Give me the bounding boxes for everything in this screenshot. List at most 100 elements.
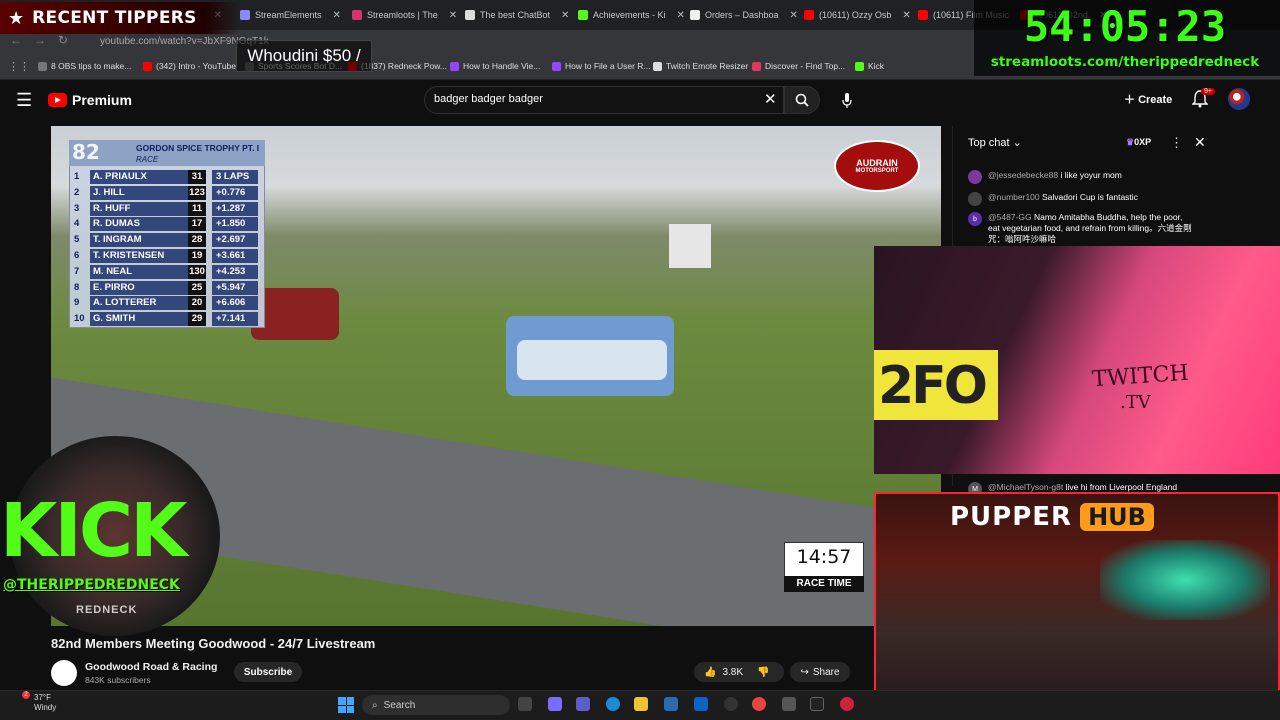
close-tab-icon[interactable]: ✕ bbox=[449, 10, 457, 21]
thumbs-down-icon[interactable]: 👎 bbox=[757, 667, 769, 678]
tab-label: Achievements - Ki bbox=[593, 10, 666, 20]
teams-icon[interactable] bbox=[576, 697, 590, 711]
bookmark-item[interactable]: How to File a User R... bbox=[552, 61, 651, 71]
browser-tab[interactable]: (10611) Ozzy Osb ✕ bbox=[804, 4, 911, 26]
bookmark-item[interactable]: Kick bbox=[855, 61, 884, 71]
store-icon[interactable] bbox=[664, 697, 678, 711]
chat-xp-badge[interactable]: ♛0XP bbox=[1126, 137, 1151, 148]
app-icon-1[interactable] bbox=[782, 697, 796, 711]
copilot-icon[interactable] bbox=[548, 697, 562, 711]
weather-widget[interactable]: 37°F Windy bbox=[34, 693, 56, 713]
chevron-down-icon: ⌄ bbox=[1009, 137, 1022, 149]
scoreboard-driver: T. INGRAM bbox=[90, 233, 190, 248]
close-tab-icon[interactable]: ✕ bbox=[561, 10, 569, 21]
account-avatar[interactable] bbox=[1228, 88, 1250, 110]
subscribe-button[interactable]: Subscribe bbox=[234, 662, 302, 682]
like-count: 3.8K bbox=[722, 666, 744, 678]
background-lights bbox=[1100, 540, 1270, 620]
bookmark-item[interactable]: Twitch Emote Resizer bbox=[653, 61, 748, 71]
scoreboard-car-number: 11 bbox=[188, 201, 206, 216]
channel-name[interactable]: Goodwood Road & Racing bbox=[85, 661, 217, 673]
hamburger-menu-icon[interactable]: ☰ bbox=[16, 90, 32, 111]
browser-tab[interactable]: StreamElements ✕ bbox=[240, 4, 341, 26]
scoreboard-gap: +6.606 bbox=[212, 296, 258, 311]
scoreboard-car-number: 25 bbox=[188, 280, 206, 295]
youtube-play-icon bbox=[48, 93, 67, 107]
chat-author[interactable]: @jessedebecke88 bbox=[988, 170, 1058, 180]
tab-favicon-icon bbox=[352, 10, 362, 20]
chat-author-avatar[interactable]: b bbox=[968, 212, 982, 226]
channel-avatar[interactable] bbox=[51, 660, 77, 686]
chat-author[interactable]: @MichaelTyson-g8t bbox=[988, 482, 1063, 492]
scoreboard-position: 3 bbox=[74, 202, 80, 214]
create-button[interactable]: ＋ Create bbox=[1124, 91, 1172, 107]
edge-icon[interactable] bbox=[606, 697, 620, 711]
obs-icon[interactable] bbox=[724, 697, 738, 711]
sponsor-line1: AUDRAIN bbox=[856, 158, 898, 168]
chat-mode-dropdown[interactable]: Top chat ⌄ bbox=[968, 136, 1022, 149]
more-options-icon[interactable]: ⋮ bbox=[1170, 135, 1183, 151]
recent-tippers-label: RECENT TIPPERS bbox=[32, 8, 197, 28]
weather-temp: 37°F bbox=[34, 693, 51, 702]
scoreboard-row: 4 R. DUMAS 17 +1.850 bbox=[72, 217, 262, 232]
bookmark-item[interactable]: Discover - Find Top... bbox=[752, 61, 845, 71]
chat-author[interactable]: @number100 bbox=[988, 192, 1040, 202]
star-icon: ★ bbox=[8, 7, 25, 28]
bookmark-label: How to Handle Vie... bbox=[463, 61, 541, 71]
task-view-icon[interactable] bbox=[518, 697, 532, 711]
like-dislike-button[interactable]: 👍 3.8K 👎 bbox=[694, 662, 784, 682]
forward-icon[interactable]: → bbox=[34, 33, 46, 47]
recent-tippers-banner: ★ RECENT TIPPERS bbox=[0, 2, 240, 34]
bookmark-item[interactable]: (342) Intro - YouTube bbox=[143, 61, 236, 71]
chrome-icon[interactable] bbox=[752, 697, 766, 711]
blue-car-windscreen bbox=[517, 340, 667, 380]
close-tab-icon[interactable]: ✕ bbox=[677, 10, 685, 21]
scoreboard-car-number: 20 bbox=[188, 296, 206, 311]
bookmark-label: How to File a User R... bbox=[565, 61, 651, 71]
bookmark-item[interactable]: How to Handle Vie... bbox=[450, 61, 540, 71]
scoreboard-driver: T. KRISTENSEN bbox=[90, 249, 190, 263]
race-time-value: 14:57 bbox=[796, 546, 852, 568]
voice-search-button[interactable] bbox=[838, 86, 856, 114]
apps-grid-icon[interactable]: ⋮⋮ bbox=[8, 60, 30, 73]
close-tab-icon[interactable]: ✕ bbox=[902, 10, 910, 21]
tab-favicon-icon bbox=[918, 10, 928, 20]
close-chat-icon[interactable]: ✕ bbox=[1194, 134, 1206, 151]
trackside-building bbox=[669, 224, 711, 268]
scoreboard-position: 8 bbox=[74, 281, 80, 293]
terminal-icon[interactable] bbox=[810, 697, 824, 711]
file-explorer-icon[interactable] bbox=[634, 697, 648, 711]
thumbs-up-icon[interactable]: 👍 bbox=[704, 667, 716, 678]
bookmark-item[interactable]: 8 OBS tips to make... bbox=[38, 61, 131, 71]
close-tab-icon[interactable]: ✕ bbox=[790, 10, 798, 21]
reload-icon[interactable]: ↻ bbox=[58, 33, 68, 47]
bookmark-favicon-icon bbox=[653, 61, 662, 71]
search-input-value[interactable]: badger badger badger bbox=[434, 93, 543, 105]
chat-message: @number100 Salvadori Cup is fantastic bbox=[968, 192, 1193, 206]
tab-label: The best ChatBot bbox=[480, 10, 551, 20]
scoreboard-event-title: GORDON SPICE TROPHY PT. I bbox=[136, 143, 260, 153]
chat-author[interactable]: @5487-GG bbox=[988, 212, 1032, 222]
taskbar-search[interactable]: ⌕ Search bbox=[362, 695, 510, 715]
share-button[interactable]: ↪ Share bbox=[790, 662, 850, 682]
outlook-icon[interactable] bbox=[694, 697, 708, 711]
weather-desc: Windy bbox=[34, 703, 57, 712]
app-icon-2[interactable] bbox=[840, 697, 854, 711]
scoreboard-gap: +4.253 bbox=[212, 264, 258, 279]
close-tab-icon[interactable]: ✕ bbox=[333, 10, 341, 21]
chat-author-avatar[interactable] bbox=[968, 170, 982, 184]
sponsor-line2: MOTORSPORT bbox=[855, 168, 899, 174]
back-icon[interactable]: ← bbox=[10, 33, 22, 47]
chat-author-avatar[interactable] bbox=[968, 192, 982, 206]
search-icon bbox=[795, 93, 809, 107]
browser-tab[interactable]: Streamloots | The ✕ bbox=[352, 4, 457, 26]
countdown-timer: 54:05:23 bbox=[1023, 2, 1227, 51]
scoreboard-gap: +7.141 bbox=[212, 312, 258, 327]
clear-search-icon[interactable]: ✕ bbox=[764, 90, 777, 108]
browser-tab[interactable]: Orders – Dashboa ✕ bbox=[690, 4, 798, 26]
windows-start-icon[interactable] bbox=[338, 697, 354, 713]
search-button[interactable] bbox=[784, 86, 820, 114]
browser-tab[interactable]: The best ChatBot ✕ bbox=[465, 4, 569, 26]
youtube-logo[interactable]: Premium bbox=[48, 92, 132, 108]
browser-tab[interactable]: Achievements - Ki ✕ bbox=[578, 4, 685, 26]
